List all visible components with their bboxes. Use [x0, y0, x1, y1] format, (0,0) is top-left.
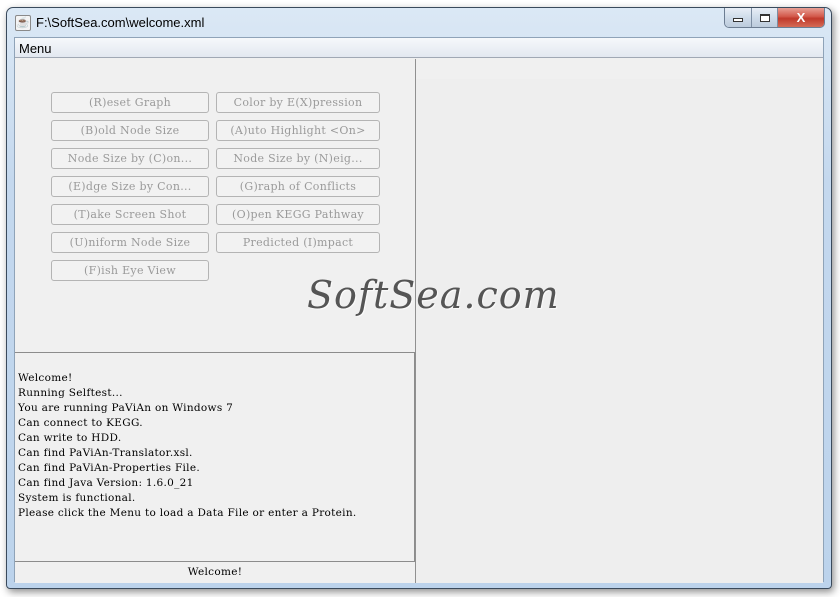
status-bar: Welcome! — [187, 566, 243, 578]
predicted-impact-button[interactable]: Predicted (I)mpact — [216, 232, 380, 253]
log-output[interactable]: Welcome! Running Selftest... You are run… — [15, 352, 415, 562]
log-line: Can find PaViAn-Translator.xsl. — [18, 447, 193, 459]
minimize-icon — [733, 18, 743, 22]
graph-of-conflicts-button[interactable]: (G)raph of Conflicts — [216, 176, 380, 197]
log-line: Please click the Menu to load a Data Fil… — [18, 507, 357, 519]
uniform-node-size-button[interactable]: (U)niform Node Size — [51, 232, 209, 253]
control-panel: (R)eset Graph Color by E(X)pression (B)o… — [15, 59, 415, 583]
fish-eye-view-button[interactable]: (F)ish Eye View — [51, 260, 209, 281]
log-line: Can find Java Version: 1.6.0_21 — [18, 477, 194, 489]
log-line: Welcome! — [18, 372, 73, 384]
minimize-button[interactable] — [725, 8, 752, 27]
title-bar[interactable]: ☕ F:\SoftSea.com\welcome.xml X — [7, 8, 831, 37]
bold-node-size-button[interactable]: (B)old Node Size — [51, 120, 209, 141]
maximize-icon — [759, 13, 770, 22]
log-line: System is functional. — [18, 492, 136, 504]
close-button[interactable]: X — [778, 8, 824, 27]
log-line: Can find PaViAn-Properties File. — [18, 462, 200, 474]
window-controls: X — [724, 8, 825, 28]
graph-canvas[interactable] — [415, 59, 823, 583]
close-icon: X — [796, 10, 806, 25]
reset-graph-button[interactable]: (R)eset Graph — [51, 92, 209, 113]
take-screen-shot-button[interactable]: (T)ake Screen Shot — [51, 204, 209, 225]
color-by-expression-button[interactable]: Color by E(X)pression — [216, 92, 380, 113]
log-line: Running Selftest... — [18, 387, 123, 399]
node-size-by-connections-button[interactable]: Node Size by (C)on... — [51, 148, 209, 169]
menu-item-menu[interactable]: Menu — [19, 41, 52, 56]
node-size-by-neighbors-button[interactable]: Node Size by (N)eig... — [216, 148, 380, 169]
watermark: SoftSea.com — [307, 273, 560, 317]
window-title: F:\SoftSea.com\welcome.xml — [36, 15, 205, 30]
graph-canvas-header — [416, 59, 823, 79]
log-line: Can connect to KEGG. — [18, 417, 143, 429]
log-line: Can write to HDD. — [18, 432, 122, 444]
edge-size-by-connections-button[interactable]: (E)dge Size by Con... — [51, 176, 209, 197]
log-line: You are running PaViAn on Windows 7 — [18, 402, 234, 414]
maximize-button[interactable] — [752, 8, 778, 27]
open-kegg-pathway-button[interactable]: (O)pen KEGG Pathway — [216, 204, 380, 225]
auto-highlight-button[interactable]: (A)uto Highlight <On> — [216, 120, 380, 141]
java-icon: ☕ — [15, 15, 31, 31]
menu-bar: Menu — [15, 38, 823, 58]
